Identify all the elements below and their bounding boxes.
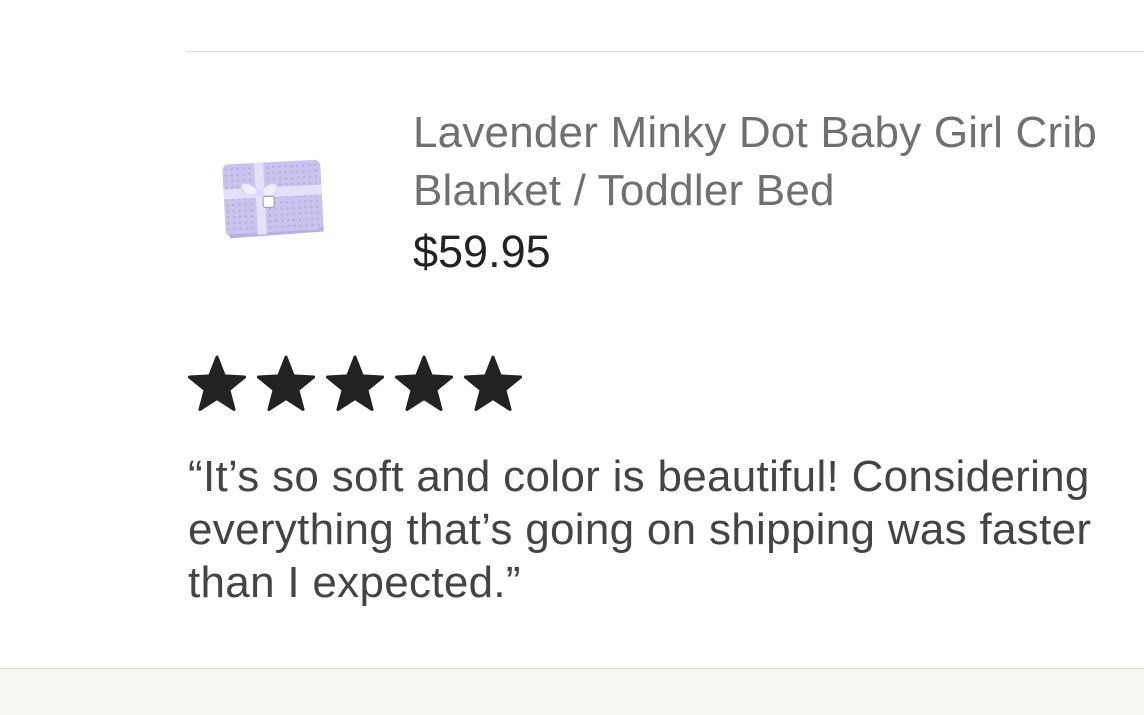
product-price: $59.95 [413, 226, 551, 277]
star-icon [325, 355, 385, 411]
top-divider [186, 51, 1144, 52]
product-image[interactable] [218, 152, 330, 246]
star-icon [463, 355, 523, 411]
footer-band [0, 668, 1144, 715]
rating-stars [186, 354, 524, 416]
lavender-blanket-image [222, 159, 324, 239]
review-text: “It’s so soft and color is beautiful! Co… [188, 452, 1092, 607]
star-icon [256, 355, 316, 411]
star-icon [187, 355, 247, 411]
star-icon [394, 355, 454, 411]
product-title[interactable]: Lavender Minky Dot Baby Girl Crib Blanke… [413, 104, 1133, 220]
